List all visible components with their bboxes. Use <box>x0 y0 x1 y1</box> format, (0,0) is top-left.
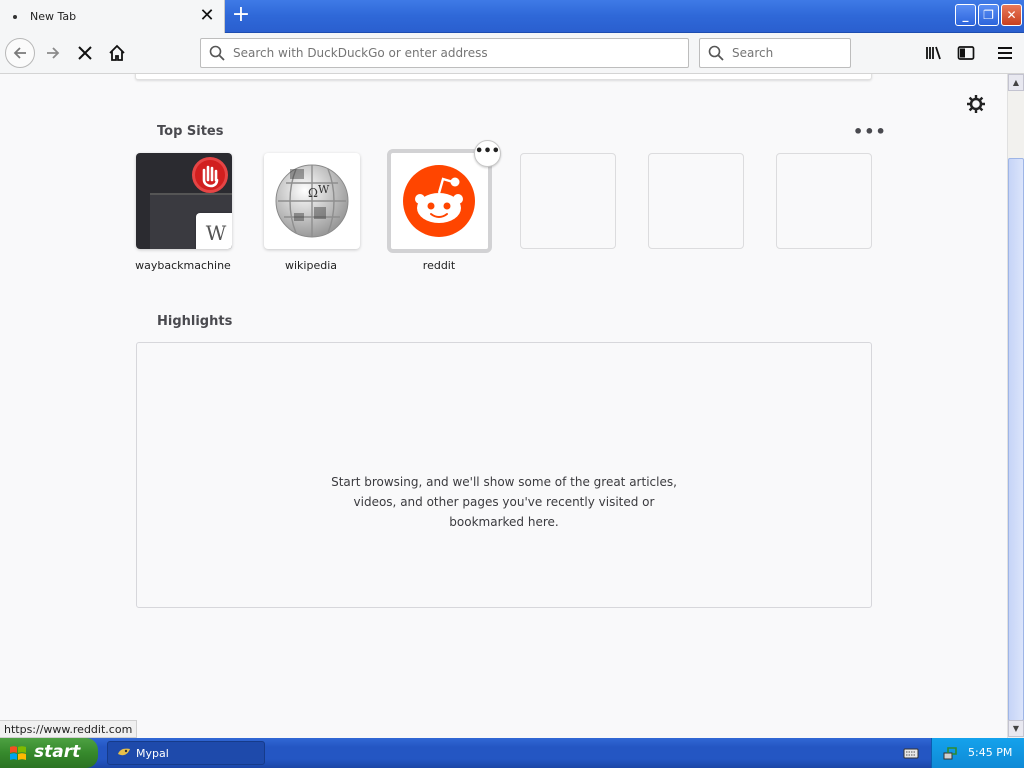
top-site-tile-reddit[interactable] <box>387 149 492 253</box>
hand-stop-icon <box>202 165 219 188</box>
mypal-app-icon <box>118 748 130 756</box>
top-site-tile-waybackmachine[interactable]: W <box>136 153 232 249</box>
menu-button[interactable] <box>990 38 1020 68</box>
taskbar-item-label: Mypal <box>136 747 169 760</box>
tab-strip: New Tab ✕ + _ ❐ ✕ <box>0 0 1024 33</box>
forward-button[interactable] <box>38 38 68 68</box>
home-icon <box>109 44 125 61</box>
search-card-edge <box>135 74 872 80</box>
status-url-tooltip: https://www.reddit.com <box>0 720 138 738</box>
clock: 5:45 PM <box>968 746 1013 759</box>
top-sites-more-icon[interactable]: ••• <box>853 122 887 141</box>
highlights-message: Start browsing, and we'll show some of t… <box>137 472 871 532</box>
tab-new-tab[interactable]: New Tab ✕ <box>0 0 225 33</box>
keyboard-icon[interactable] <box>903 746 919 760</box>
windows-taskbar: start Mypal 5:45 PM <box>0 738 1024 768</box>
windows-flag-icon <box>10 746 26 760</box>
tile-context-menu-button[interactable]: ••• <box>474 140 501 167</box>
stop-x-icon <box>78 46 92 60</box>
scroll-up-arrow-icon[interactable]: ▲ <box>1008 74 1024 91</box>
sidebar-button[interactable] <box>951 38 981 68</box>
highlights-message-line: Start browsing, and we'll show some of t… <box>331 475 677 489</box>
top-site-label: wikipedia <box>284 259 337 272</box>
top-site-empty-slot[interactable] <box>520 153 616 249</box>
new-tab-plus-icon[interactable]: + <box>229 4 253 28</box>
top-site-empty-slot[interactable] <box>648 153 744 249</box>
tab-loading-icon <box>13 15 17 19</box>
taskbar-item-mypal[interactable]: Mypal <box>107 741 265 765</box>
top-site-empty-slot[interactable] <box>776 153 872 249</box>
reddit-logo-icon <box>403 165 475 237</box>
customize-button[interactable] <box>966 94 986 114</box>
address-bar-placeholder: Search with DuckDuckGo or enter address <box>233 46 488 60</box>
top-site-label: waybackmachine <box>135 259 231 272</box>
search-icon <box>708 45 724 61</box>
svg-text:Ω: Ω <box>308 186 318 200</box>
search-bar[interactable]: Search <box>699 38 851 68</box>
search-bar-placeholder: Search <box>732 46 774 60</box>
sidebar-icon <box>957 46 975 60</box>
scroll-down-arrow-icon[interactable]: ▼ <box>1008 720 1024 737</box>
vertical-scrollbar[interactable]: ▲ ▼ <box>1007 74 1024 738</box>
window-restore-button[interactable]: ❐ <box>978 4 999 26</box>
back-button[interactable] <box>5 38 35 68</box>
home-button[interactable] <box>102 38 132 68</box>
hamburger-menu-icon <box>998 47 1012 59</box>
search-icon <box>209 45 225 61</box>
window-minimize-button[interactable]: _ <box>955 4 976 26</box>
start-label: start <box>34 742 81 762</box>
library-icon <box>926 46 941 60</box>
system-tray: 5:45 PM <box>931 738 1024 768</box>
tab-title: New Tab <box>30 10 77 23</box>
window-close-button[interactable]: ✕ <box>1001 4 1022 26</box>
forward-arrow-icon <box>47 47 60 59</box>
stop-button[interactable] <box>70 38 100 68</box>
top-site-tile-wikipedia[interactable]: Ω W <box>264 153 360 249</box>
highlights-empty-state: Start browsing, and we'll show some of t… <box>136 342 872 608</box>
svg-text:W: W <box>318 183 330 196</box>
network-tray-icon[interactable] <box>942 745 958 761</box>
highlights-message-line: videos, and other pages you've recently … <box>353 495 655 509</box>
gear-icon <box>967 95 985 113</box>
scrollbar-thumb[interactable] <box>1008 158 1024 721</box>
new-tab-page: Top Sites ••• W waybackmachine Ω W wikip… <box>0 74 1007 738</box>
highlights-message-line: bookmarked here. <box>449 515 559 529</box>
start-button[interactable]: start <box>0 738 98 768</box>
tab-close-icon[interactable]: ✕ <box>197 6 217 26</box>
library-button[interactable] <box>919 38 949 68</box>
address-bar[interactable]: Search with DuckDuckGo or enter address <box>200 38 689 68</box>
back-arrow-icon <box>13 47 26 59</box>
top-site-label: reddit <box>422 259 456 272</box>
navigation-toolbar: Search with DuckDuckGo or enter address … <box>0 33 1024 74</box>
wikipedia-globe-icon: Ω W <box>275 164 349 238</box>
highlights-title: Highlights <box>157 314 233 329</box>
site-letter-badge: W <box>196 213 232 249</box>
top-sites-title: Top Sites <box>157 124 224 139</box>
wayback-hand-icon <box>192 157 228 193</box>
